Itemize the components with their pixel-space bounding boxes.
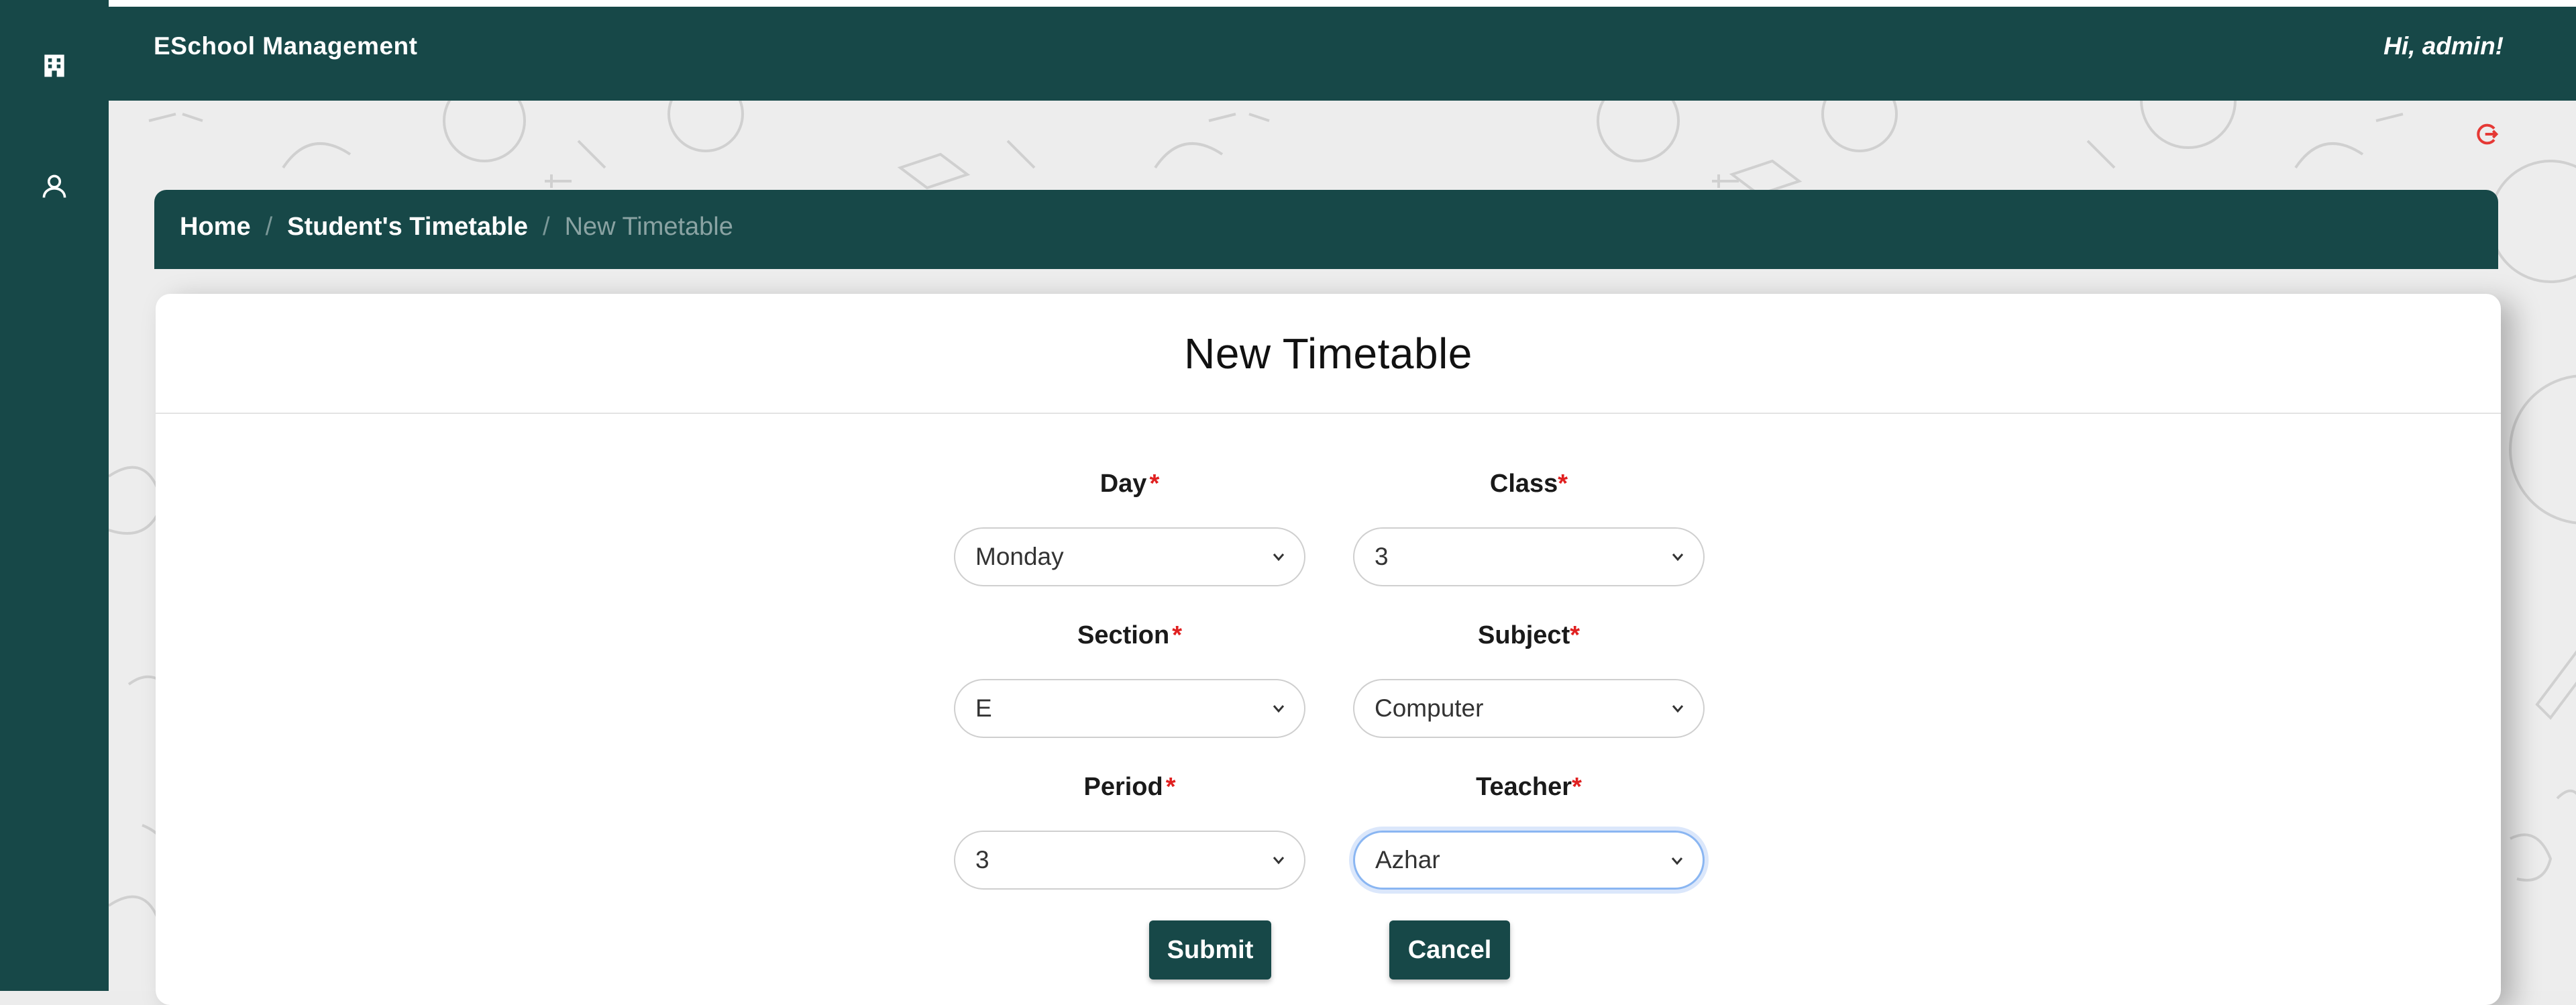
page-title: New Timetable bbox=[1184, 329, 1472, 378]
day-field: Day * Monday bbox=[954, 470, 1305, 586]
submit-button[interactable]: Submit bbox=[1149, 920, 1271, 980]
breadcrumb-separator: / bbox=[543, 213, 550, 241]
subject-label: Subject* bbox=[1477, 621, 1580, 649]
breadcrumb-current: New Timetable bbox=[564, 213, 733, 241]
teacher-field: Teacher* Azhar bbox=[1353, 773, 1705, 890]
period-select[interactable]: 3 bbox=[954, 831, 1305, 890]
top-navbar: ESchool Management Hi, admin! bbox=[109, 0, 2576, 101]
teacher-label: Teacher* bbox=[1476, 773, 1582, 801]
required-marker: * bbox=[1558, 470, 1568, 498]
subject-select-value: Computer bbox=[1375, 694, 1484, 722]
section-label: Section * bbox=[1077, 621, 1183, 649]
day-select[interactable]: Monday bbox=[954, 527, 1305, 586]
user-icon[interactable] bbox=[34, 166, 74, 207]
teacher-select-value: Azhar bbox=[1375, 846, 1440, 874]
breadcrumb-home-link[interactable]: Home bbox=[180, 213, 251, 242]
user-greeting: Hi, admin! bbox=[2383, 32, 2504, 60]
class-select-value: 3 bbox=[1375, 543, 1389, 570]
required-marker: * bbox=[1570, 621, 1580, 649]
timetable-form-card: New Timetable Day * Monday Class* 3 Secti… bbox=[156, 294, 2501, 1005]
day-label: Day * bbox=[1099, 470, 1160, 498]
section-field: Section * E bbox=[954, 621, 1305, 738]
chevron-down-icon bbox=[1273, 857, 1285, 865]
subject-select[interactable]: Computer bbox=[1353, 679, 1705, 738]
period-label: Period * bbox=[1083, 773, 1176, 801]
sidebar bbox=[0, 0, 109, 991]
class-label: Class* bbox=[1489, 470, 1568, 498]
chevron-down-icon bbox=[1672, 553, 1684, 562]
logout-icon[interactable] bbox=[2474, 121, 2501, 148]
day-select-value: Monday bbox=[975, 543, 1064, 570]
section-select-value: E bbox=[975, 694, 992, 722]
section-select[interactable]: E bbox=[954, 679, 1305, 738]
required-marker: * bbox=[1149, 470, 1160, 498]
chevron-down-icon bbox=[1672, 705, 1684, 713]
teacher-select[interactable]: Azhar bbox=[1353, 831, 1705, 890]
breadcrumb-separator: / bbox=[265, 213, 273, 241]
class-select[interactable]: 3 bbox=[1353, 527, 1705, 586]
chevron-down-icon bbox=[1273, 705, 1285, 713]
period-select-value: 3 bbox=[975, 846, 989, 874]
chevron-down-icon bbox=[1671, 857, 1683, 865]
breadcrumb: Home / Student's Timetable / New Timetab… bbox=[154, 190, 2498, 269]
cancel-button[interactable]: Cancel bbox=[1389, 920, 1510, 980]
period-field: Period * 3 bbox=[954, 773, 1305, 890]
class-field: Class* 3 bbox=[1353, 470, 1705, 586]
required-marker: * bbox=[1165, 773, 1176, 801]
required-marker: * bbox=[1572, 773, 1582, 801]
app-brand[interactable]: ESchool Management bbox=[154, 32, 417, 60]
breadcrumb-students-timetable-link[interactable]: Student's Timetable bbox=[287, 213, 528, 242]
subject-field: Subject* Computer bbox=[1353, 621, 1705, 738]
title-divider bbox=[156, 413, 2501, 414]
chevron-down-icon bbox=[1273, 553, 1285, 562]
building-icon[interactable] bbox=[34, 46, 74, 86]
required-marker: * bbox=[1172, 621, 1183, 649]
